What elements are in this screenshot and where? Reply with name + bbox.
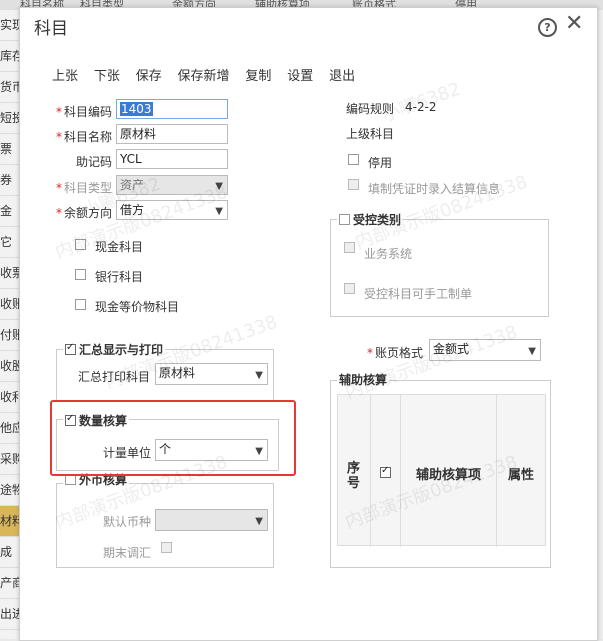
mnemonic-label: 助记码: [75, 155, 112, 169]
bg-account-row: 付账: [0, 320, 19, 351]
bg-account-row: 材料: [0, 506, 19, 537]
save-new-button[interactable]: 保存新增: [178, 65, 230, 84]
settlement-label: 填制凭证时录入结算信息: [368, 182, 501, 196]
controlled-checkbox[interactable]: [339, 214, 350, 225]
business-system-label: 业务系统: [364, 247, 413, 261]
bg-account-row: 收利: [0, 382, 19, 413]
adjust-checkbox[interactable]: [161, 542, 172, 553]
balance-direction-select[interactable]: 借方 ▼: [116, 200, 228, 220]
bg-account-row: 出进: [0, 599, 19, 630]
background-account-list: 实现库存货币短投票券金它收票收账付账收股收利他应采购途物材料成产商出进加: [0, 10, 20, 639]
next-button[interactable]: 下张: [94, 65, 120, 84]
bg-account-row: 加: [0, 630, 19, 639]
business-system-checkbox[interactable]: [344, 242, 355, 253]
code-label: * 科目编码: [55, 105, 112, 119]
aux-header-seq: 序号: [347, 461, 361, 491]
name-label: * 科目名称: [55, 130, 112, 144]
type-label: * 科目类型: [55, 181, 112, 195]
chevron-down-icon: ▼: [255, 370, 263, 381]
disabled-label: 停用: [368, 156, 393, 170]
summary-legend: 汇总显示与打印: [63, 341, 166, 358]
dialog-title: 科目: [34, 19, 68, 39]
exit-button[interactable]: 退出: [329, 65, 355, 84]
manual-voucher-checkbox[interactable]: [344, 283, 355, 294]
aux-header-attr: 属性: [508, 468, 535, 483]
toolbar: 上张 下张 保存 保存新增 复制 设置 退出: [52, 65, 367, 85]
controlled-legend: 受控类别: [337, 211, 404, 228]
cash-equivalent-checkbox[interactable]: [75, 299, 86, 310]
account-dialog: 科目 ? ✕ 上张 下张 保存 保存新增 复制 设置 退出 * 科目编码 1403…: [19, 7, 598, 641]
highlight-box: [50, 400, 296, 476]
adjust-label: 期末调汇: [103, 546, 152, 560]
bg-account-row: 它: [0, 227, 19, 258]
chevron-down-icon: ▼: [215, 181, 223, 192]
ledger-format-select[interactable]: 金额式 ▼: [429, 339, 541, 361]
bg-account-row: 货币: [0, 72, 19, 103]
cash-account-label: 现金科目: [95, 240, 144, 254]
name-input[interactable]: 原材料: [116, 124, 228, 144]
bg-account-row: 收票: [0, 258, 19, 289]
ledger-format-label: * 账页格式: [367, 346, 424, 360]
chevron-down-icon: ▼: [528, 346, 536, 357]
help-icon[interactable]: ?: [538, 18, 557, 37]
code-input[interactable]: 1403: [116, 99, 228, 119]
disabled-checkbox[interactable]: [348, 154, 359, 165]
save-button[interactable]: 保存: [136, 65, 162, 84]
summary-checkbox[interactable]: [65, 342, 76, 355]
cash-equivalent-label: 现金等价物科目: [95, 300, 180, 314]
controlled-fieldset: [330, 219, 549, 317]
close-icon[interactable]: ✕: [565, 12, 583, 36]
bg-account-row: 收股: [0, 351, 19, 382]
aux-header-item: 辅助核算项: [416, 468, 482, 483]
bg-account-row: 实现: [0, 10, 19, 41]
bg-account-row: 收账: [0, 289, 19, 320]
summary-print-label: 汇总打印科目: [78, 370, 151, 384]
bg-account-row: 票: [0, 134, 19, 165]
bg-account-row: 短投: [0, 103, 19, 134]
aux-select-all-checkbox[interactable]: [380, 465, 391, 478]
coding-rule-label: 编码规则: [346, 102, 395, 116]
bg-account-row: 他应: [0, 413, 19, 444]
copy-button[interactable]: 复制: [245, 65, 271, 84]
mnemonic-input[interactable]: YCL: [116, 149, 228, 169]
settlement-checkbox[interactable]: [348, 179, 359, 190]
parent-account-label: 上级科目: [346, 127, 395, 141]
chevron-down-icon: ▼: [255, 516, 263, 527]
bg-account-row: 金: [0, 196, 19, 227]
summary-print-select[interactable]: 原材料 ▼: [155, 363, 268, 385]
bg-account-row: 券: [0, 165, 19, 196]
coding-rule-value: 4-2-2: [405, 100, 437, 114]
currency-label: 默认币种: [103, 515, 152, 529]
aux-table: 序号 辅助核算项 属性: [337, 394, 546, 547]
bg-account-row: 采购: [0, 444, 19, 475]
prev-button[interactable]: 上张: [52, 65, 78, 84]
bg-account-row: 库存: [0, 41, 19, 72]
bg-account-row: 成: [0, 537, 19, 568]
bank-account-checkbox[interactable]: [75, 269, 86, 280]
cash-account-checkbox[interactable]: [75, 239, 86, 250]
bank-account-label: 银行科目: [95, 270, 144, 284]
aux-legend: 辅助核算: [337, 371, 390, 388]
currency-select[interactable]: ▼: [155, 509, 268, 531]
manual-voucher-label: 受控科目可手工制单: [364, 287, 473, 301]
bg-account-row: 途物: [0, 475, 19, 506]
chevron-down-icon: ▼: [215, 206, 223, 217]
bg-account-row: 产商: [0, 568, 19, 599]
settings-button[interactable]: 设置: [287, 65, 313, 84]
balance-direction-label: * 余额方向: [55, 206, 112, 220]
type-select[interactable]: 资产 ▼: [116, 175, 228, 195]
